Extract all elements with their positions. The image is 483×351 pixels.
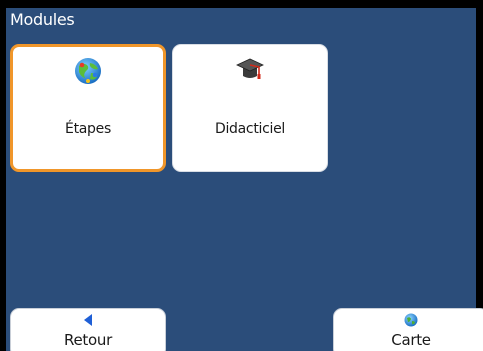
back-button-label: Retour bbox=[64, 331, 112, 349]
back-button[interactable]: Retour bbox=[10, 308, 166, 351]
module-tile-etapes[interactable]: Étapes bbox=[10, 44, 166, 172]
page-title: Modules bbox=[10, 10, 75, 29]
module-label-didacticiel: Didacticiel bbox=[214, 121, 285, 137]
map-button[interactable]: Carte bbox=[333, 308, 483, 351]
map-button-label: Carte bbox=[391, 331, 431, 349]
module-label-etapes: Étapes bbox=[65, 121, 111, 137]
globe-icon bbox=[75, 58, 101, 84]
screen: Modules Étapes Didacticiel Retour Carte bbox=[0, 0, 483, 351]
back-arrow-icon bbox=[84, 314, 92, 326]
module-tile-didacticiel[interactable]: Didacticiel bbox=[172, 44, 328, 172]
globe-icon bbox=[404, 313, 418, 327]
graduation-cap-icon bbox=[236, 58, 264, 79]
